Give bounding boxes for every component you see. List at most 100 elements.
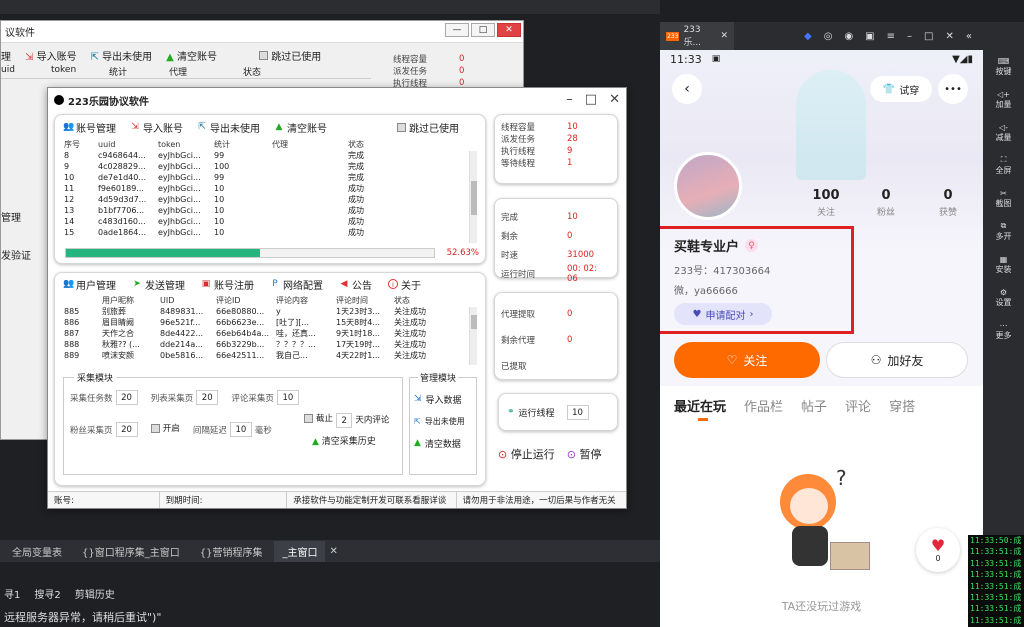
cutoff-checkbox[interactable]: 截止 — [304, 412, 333, 424]
table-row[interactable]: 8 c9468644... eyJhbGci... 99 完成 — [61, 150, 465, 161]
back-toolbar-item[interactable]: 理 — [1, 48, 11, 63]
user-mgmt-tab[interactable]: 👥 用户管理 — [63, 277, 116, 292]
import-account-button[interactable]: ⇲ 导入账号 — [130, 120, 183, 135]
tryon-button[interactable]: 👕 试穿 — [870, 76, 932, 102]
list-page-input[interactable]: 20 — [196, 390, 219, 405]
clear-history-button[interactable]: ▲ 清空采集历史 — [312, 434, 376, 447]
export-unused-data-button[interactable]: ⇱ 导出未使用 — [410, 410, 476, 432]
fans-count[interactable]: 0 粉丝 — [856, 188, 916, 218]
sidebar-item-volume-up[interactable]: ◁+ 加量 — [983, 83, 1024, 116]
speed-icon[interactable]: ◆ — [804, 31, 812, 42]
minimize-button[interactable]: — — [445, 23, 469, 37]
ide-tab[interactable]: {}窗口程序集_主窗口 — [74, 541, 188, 562]
add-friend-button[interactable]: ⚇ 加好友 — [826, 342, 968, 378]
export-icon: ⇱ — [198, 122, 206, 132]
sidebar-item-fullscreen[interactable]: ⛶ 全屏 — [983, 149, 1024, 182]
tab-posts[interactable]: 帖子 — [801, 396, 827, 415]
tab-outfits[interactable]: 穿搭 — [889, 396, 915, 415]
bottom-tab[interactable]: 剪辑历史 — [75, 586, 115, 601]
ide-tab[interactable]: {}营销程序集 — [192, 541, 271, 562]
gamepad-icon[interactable]: ◎ — [824, 31, 833, 42]
network-tab[interactable]: P 网络配置 — [270, 277, 323, 292]
notice-tab[interactable]: ◀ 公告 — [339, 277, 372, 292]
likes-count[interactable]: 0 获赞 — [918, 188, 978, 218]
pair-button[interactable]: ♥ 申请配对 › — [674, 303, 772, 325]
interval-input[interactable]: 10 — [229, 422, 252, 437]
account-scrollbar[interactable] — [469, 151, 477, 243]
ide-tab-active[interactable]: _主窗口 — [274, 540, 326, 562]
sidebar-item-multi[interactable]: ⧉ 多开 — [983, 215, 1024, 248]
run-threads-input[interactable]: 10 — [566, 404, 589, 420]
tab-works[interactable]: 作品栏 — [744, 396, 783, 415]
table-row[interactable]: 889 喷沫安颜 0be5816... 66e42511... 我自己... 4天22时1… — [61, 350, 465, 361]
back-clear-button[interactable]: ▲ 清空账号 — [166, 48, 217, 63]
close-icon[interactable]: ✕ — [720, 31, 728, 41]
tab-comments[interactable]: 评论 — [845, 396, 871, 415]
back-skip-checkbox[interactable]: 跳过已使用 — [259, 48, 321, 63]
clear-account-button[interactable]: ▲ 清空账号 — [274, 120, 327, 135]
table-row[interactable]: 14 c483d160... eyJhbGci... 10 成功 — [61, 216, 465, 227]
stop-button[interactable]: ⊙ 停止运行 — [498, 446, 555, 462]
follow-button[interactable]: ♡ 关注 — [674, 342, 820, 378]
table-row[interactable]: 15 0ade1864... eyJhbGci... 10 成功 — [61, 227, 465, 238]
table-row[interactable]: 888 秋雅?? (... dde214a... 66b3229b... ？？？？...… — [61, 339, 465, 350]
more-button[interactable]: ••• — [938, 74, 968, 104]
avatar[interactable] — [674, 152, 742, 220]
sidebar-item-install[interactable]: ▦ 安装 — [983, 248, 1024, 281]
table-row[interactable]: 887 天作之合 8de4422... 66eb64b4a... 哇，还真... 9天1时… — [61, 328, 465, 339]
maximize-button[interactable]: □ — [924, 31, 933, 42]
close-button[interactable]: ✕ — [497, 23, 521, 37]
register-tab[interactable]: ▣ 账号注册 — [201, 277, 254, 292]
clear-data-button[interactable]: ▲ 清空数据 — [410, 432, 476, 454]
fans-page-input[interactable]: 20 — [115, 422, 138, 437]
back-export-button[interactable]: ⇱ 导出未使用 — [91, 48, 153, 63]
tab-recent[interactable]: 最近在玩 — [674, 396, 726, 415]
send-mgmt-tab[interactable]: ➤ 发送管理 — [132, 277, 185, 292]
account-icon[interactable]: ◉ — [844, 31, 853, 42]
bottom-tab[interactable]: 搜寻2 — [34, 586, 60, 601]
scrollbar-thumb[interactable] — [471, 315, 477, 329]
table-row[interactable]: 12 4d59d3d7... eyJhbGci... 10 成功 — [61, 194, 465, 205]
start-toggle[interactable]: 开启 — [150, 422, 180, 434]
emulator-tab[interactable]: 233 233乐... ✕ — [660, 22, 734, 50]
close-icon[interactable]: ✕ — [329, 546, 337, 557]
menu-icon[interactable]: ≡ — [887, 31, 895, 42]
cutoff-days-input[interactable]: 2 — [336, 412, 353, 428]
sidebar-item-more[interactable]: ⋯ 更多 — [983, 314, 1024, 347]
table-row[interactable]: 886 眉目睛阙 96e521f... 66b6623e... [吐了][... 15天8… — [61, 317, 465, 328]
table-row[interactable]: 10 de7e1d40... eyJhbGci... 99 完成 — [61, 172, 465, 183]
following-count[interactable]: 100 关注 — [796, 188, 856, 218]
close-button[interactable]: ✕ — [945, 31, 953, 42]
back-import-button[interactable]: ⇲ 导入账号 — [25, 48, 77, 63]
comment-page-input[interactable]: 10 — [276, 390, 299, 405]
back-button[interactable]: ‹ — [672, 74, 702, 104]
sidebar-item-settings[interactable]: ⚙ 设置 — [983, 281, 1024, 314]
table-row[interactable]: 9 4c028829... eyJhbGci... 100 完成 — [61, 161, 465, 172]
user-scrollbar[interactable] — [469, 307, 477, 365]
minimize-button[interactable]: – — [566, 92, 573, 107]
import-data-button[interactable]: ⇲ 导入数据 — [410, 388, 476, 410]
table-row[interactable]: 885 别旅葬 8489831... 66e80880... y 1天23时3... 关注成… — [61, 306, 465, 317]
scrollbar-thumb[interactable] — [471, 181, 477, 215]
task-count-input[interactable]: 20 — [115, 390, 138, 405]
about-tab[interactable]: i 关于 — [388, 277, 421, 292]
export-unused-button[interactable]: ⇱ 导出未使用 — [197, 120, 260, 135]
sidebar-item-screenshot[interactable]: ✂ 截图 — [983, 182, 1024, 215]
collapse-icon[interactable]: « — [966, 31, 972, 42]
sidebar-item-keys[interactable]: ⌨ 按键 — [983, 50, 1024, 83]
bottom-tab[interactable]: 寻1 — [4, 586, 20, 601]
like-button[interactable]: ♥ 0 — [916, 528, 960, 572]
sidebar-item-volume-down[interactable]: ◁- 减量 — [983, 116, 1024, 149]
maximize-button[interactable]: □ — [471, 23, 495, 37]
ide-tab[interactable]: 全局变量表 — [4, 541, 70, 562]
maximize-button[interactable]: □ — [585, 92, 597, 107]
table-row[interactable]: 11 f9e60189... eyJhbGci... 10 成功 — [61, 183, 465, 194]
notification-icon[interactable]: ▣ — [865, 31, 874, 42]
table-row[interactable]: 13 b1bf7706... eyJhbGci... 10 成功 — [61, 205, 465, 216]
minimize-button[interactable]: – — [907, 31, 912, 42]
account-mgmt-button[interactable]: 👥 账号管理 — [63, 120, 116, 135]
table-cell: 4天22时1... — [336, 351, 380, 360]
skip-used-checkbox[interactable]: 跳过已使用 — [397, 120, 459, 135]
close-button[interactable]: ✕ — [609, 92, 620, 107]
pause-button[interactable]: ⊙ 暂停 — [567, 446, 602, 462]
